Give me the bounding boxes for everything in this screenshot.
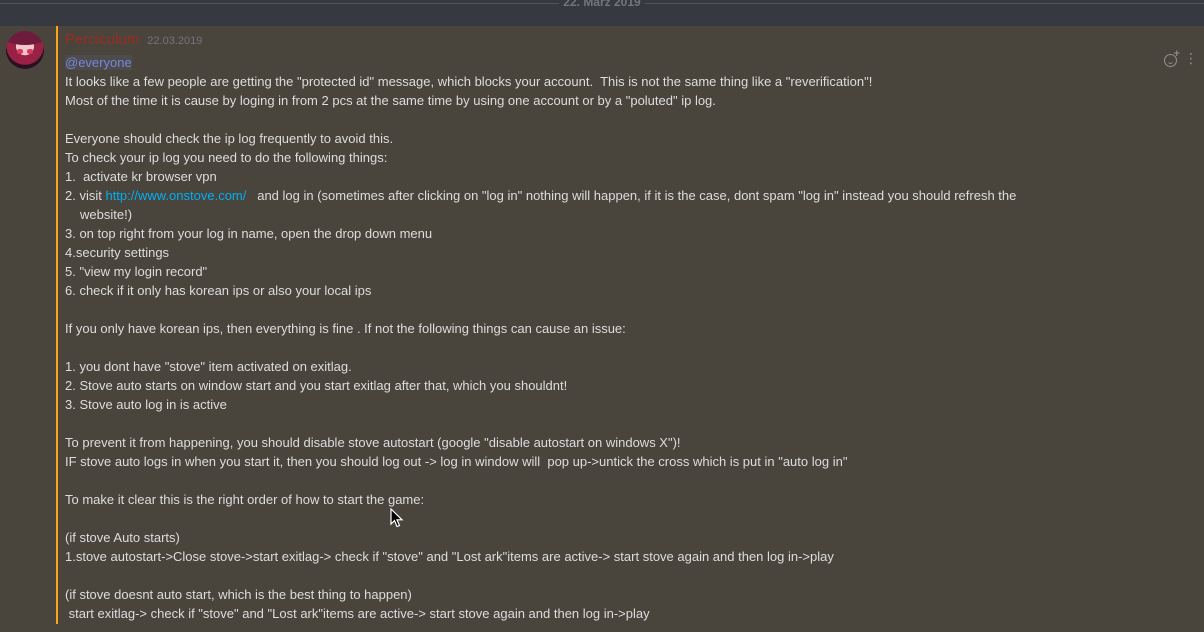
step2-suffix: and log in (sometimes after clicking on … xyxy=(246,188,1017,203)
message-line: 2. Stove auto starts on window start and… xyxy=(65,378,568,393)
message-line: To check your ip log you need to do the … xyxy=(65,150,388,165)
avatar-eye xyxy=(27,49,33,54)
message-line: (if stove doesnt auto start, which is th… xyxy=(65,587,412,602)
divider-date: 22. März 2019 xyxy=(559,0,645,9)
message-line xyxy=(65,471,1145,490)
message-header: Perciculum 22.03.2019 xyxy=(65,29,202,48)
message-line: If you only have korean ips, then everyt… xyxy=(65,321,626,336)
message-line: 1. you dont have "stove" item activated … xyxy=(65,359,352,374)
message-line: To prevent it from happening, you should… xyxy=(65,435,681,450)
message-line: website!) xyxy=(80,207,133,222)
message-line: 4.security settings xyxy=(65,245,170,260)
message-line xyxy=(65,110,1145,129)
message-line: 3. Stove auto log in is active xyxy=(65,397,227,412)
message-line: 1. activate kr browser vpn xyxy=(65,169,217,184)
step2-prefix: 2. visit xyxy=(65,188,106,203)
message-line: Everyone should check the ip log frequen… xyxy=(65,131,394,146)
avatar-eye xyxy=(17,49,23,54)
message-line xyxy=(65,414,1145,433)
message-line: 5. "view my login record" xyxy=(65,264,208,279)
message-line: (if stove Auto starts) xyxy=(65,530,180,545)
message-line xyxy=(65,566,1145,585)
message-line: 2. visit http://www.onstove.com/ and log… xyxy=(65,186,1145,205)
author-name[interactable]: Perciculum xyxy=(65,31,139,48)
message-timestamp: 22.03.2019 xyxy=(147,35,203,47)
more-options-icon[interactable]: ⋮ xyxy=(1184,52,1198,66)
message-line: It looks like a few people are getting t… xyxy=(65,74,873,89)
message-content: @everyone It looks like a few people are… xyxy=(65,53,1145,623)
plus-icon: + xyxy=(1173,49,1181,59)
message-line xyxy=(65,509,1145,528)
message-line xyxy=(65,338,1145,357)
everyone-mention[interactable]: @everyone xyxy=(65,55,132,70)
avatar[interactable] xyxy=(6,31,44,69)
message-line xyxy=(65,300,1145,319)
message-toolbar: + ⋮ xyxy=(1164,50,1198,70)
message-line: 3. on top right from your log in name, o… xyxy=(65,226,433,241)
message-line: start exitlag-> check if "stove" and "Lo… xyxy=(65,606,650,621)
onstove-link[interactable]: http://www.onstove.com/ xyxy=(105,188,246,203)
message-line: 6. check if it only has korean ips or al… xyxy=(65,283,372,298)
message-highlighted: Perciculum 22.03.2019 + ⋮ @everyone It l… xyxy=(0,26,1204,632)
avatar-hair xyxy=(6,31,44,45)
message-line: To make it clear this is the right order… xyxy=(65,492,425,507)
mouse-cursor-icon xyxy=(390,508,404,528)
date-divider: 22. März 2019 xyxy=(0,0,1204,10)
chat-window: 22. März 2019 Perciculum 22.03.2019 + ⋮ … xyxy=(0,0,1204,632)
message-line: IF stove auto logs in when you start it,… xyxy=(65,454,848,469)
message-line: 1.stove autostart->Close stove->start ex… xyxy=(65,549,834,564)
mention-line: @everyone xyxy=(65,53,1145,72)
message-line: Most of the time it is cause by loging i… xyxy=(65,93,716,108)
